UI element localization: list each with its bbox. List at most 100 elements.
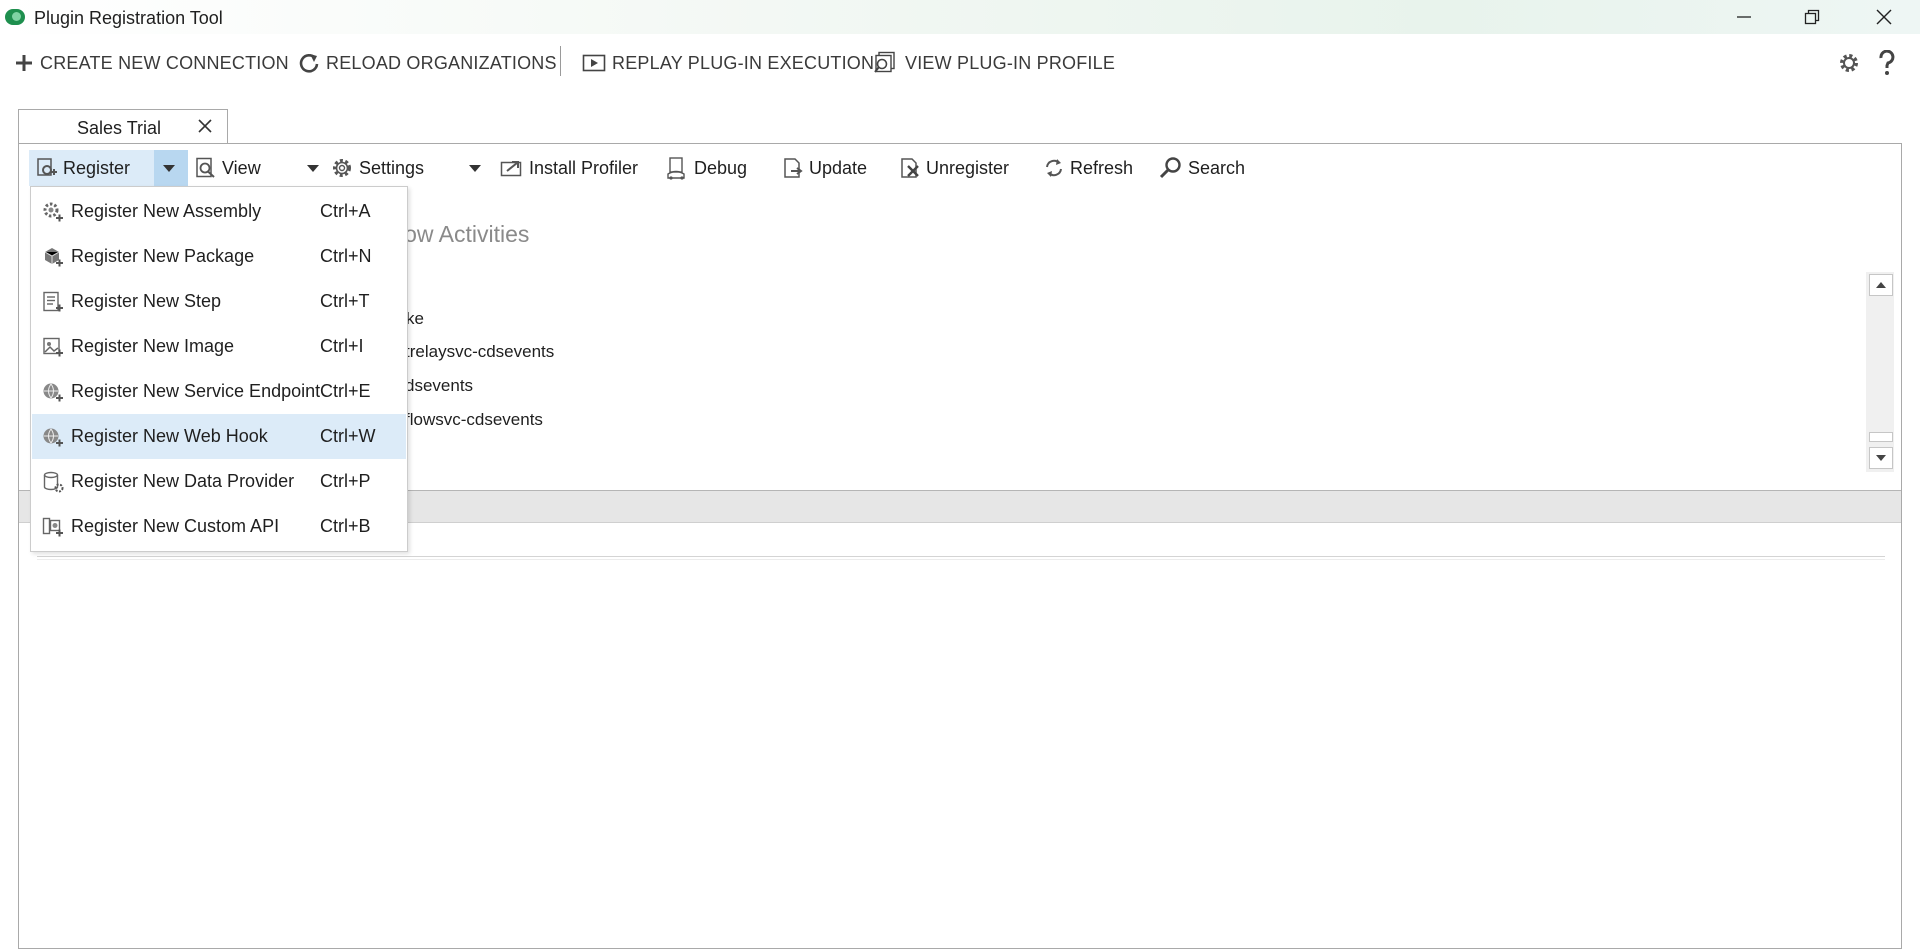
help-icon: [1879, 50, 1895, 75]
restore-icon: [1804, 9, 1820, 25]
close-icon: [1876, 9, 1892, 25]
assembly-icon: [43, 202, 63, 222]
refresh-icon: [1046, 159, 1062, 177]
window-title: Plugin Registration Tool: [34, 8, 223, 28]
scroll-thumb[interactable]: [1869, 432, 1893, 442]
help-button[interactable]: [1877, 44, 1903, 82]
debug-label: Debug: [694, 157, 748, 178]
unregister-button[interactable]: Unregister: [899, 150, 1009, 186]
menu-item-shortcut: Ctrl+E: [320, 381, 371, 401]
image-icon: [43, 337, 63, 357]
create-new-connection-label: CREATE NEW CONNECTION: [40, 52, 289, 73]
menu-item-register-package[interactable]: Register New Package Ctrl+N: [32, 234, 406, 279]
register-dropdown-toggle[interactable]: [154, 150, 188, 186]
debug-icon: [667, 157, 685, 180]
menu-item-label: Register New Web Hook: [71, 426, 268, 446]
data-provider-icon: [43, 471, 64, 493]
tree-item[interactable]: trelaysvc-cdsevents: [405, 342, 554, 362]
settings-button[interactable]: [1836, 44, 1868, 82]
unregister-label: Unregister: [926, 157, 1010, 178]
menu-item-shortcut: Ctrl+P: [320, 471, 371, 491]
step-icon: [43, 291, 63, 312]
scroll-down-button[interactable]: [1869, 447, 1893, 469]
register-icon: [37, 158, 57, 176]
refresh-button[interactable]: Refresh: [1043, 150, 1133, 186]
settings-ribbon-button[interactable]: Settings: [330, 150, 424, 186]
tree-item[interactable]: flowsvc-cdsevents: [405, 410, 543, 430]
menu-item-label: Register New Package: [71, 246, 255, 266]
view-plugin-profile-label: VIEW PLUG-IN PROFILE: [905, 52, 1116, 73]
search-icon: [1159, 157, 1181, 179]
menu-item-register-image[interactable]: Register New Image Ctrl+I: [32, 324, 406, 369]
register-button[interactable]: Register: [29, 150, 154, 186]
package-icon: [44, 248, 63, 267]
tab-label: Sales Trial: [77, 118, 162, 138]
create-new-connection-button[interactable]: CREATE NEW CONNECTION: [14, 44, 289, 82]
settings-dropdown-toggle[interactable]: [466, 150, 488, 186]
scroll-up-button[interactable]: [1869, 274, 1893, 296]
reload-icon: [299, 54, 319, 73]
menu-item-label: Register New Service Endpoint: [71, 381, 321, 401]
plus-icon: [16, 55, 32, 71]
restore-button[interactable]: [1778, 0, 1846, 34]
debug-button[interactable]: Debug: [665, 150, 747, 186]
view-profile-icon: [874, 51, 895, 73]
menu-item-shortcut: Ctrl+T: [320, 291, 370, 311]
menu-item-shortcut: Ctrl+I: [320, 336, 364, 356]
chevron-down-icon: [306, 165, 319, 172]
minimize-button[interactable]: [1710, 0, 1778, 34]
tree-scrollbar[interactable]: [1866, 272, 1894, 472]
menu-item-register-service-endpoint[interactable]: Register New Service Endpoint Ctrl+E: [32, 369, 406, 414]
chevron-down-icon: [1876, 455, 1886, 461]
menu-item-register-custom-api[interactable]: Register New Custom API Ctrl+B: [32, 504, 406, 549]
close-tab-button[interactable]: [197, 118, 213, 139]
close-window-button[interactable]: [1850, 0, 1918, 34]
details-grid-header: [37, 556, 1885, 560]
app-logo-icon: [5, 9, 25, 25]
replay-icon: [582, 54, 606, 72]
tree-item[interactable]: ke: [406, 309, 424, 329]
menu-item-label: Register New Custom API: [71, 516, 280, 536]
install-profiler-icon: [500, 161, 522, 177]
update-icon: [784, 158, 803, 178]
install-profiler-button[interactable]: Install Profiler: [500, 150, 638, 186]
replay-plugin-execution-label: REPLAY PLUG-IN EXECUTION: [612, 52, 875, 73]
update-button[interactable]: Update: [782, 150, 867, 186]
unregister-icon: [901, 158, 919, 178]
replay-plugin-execution-button[interactable]: REPLAY PLUG-IN EXECUTION: [582, 44, 874, 82]
menu-item-shortcut: Ctrl+N: [320, 246, 372, 266]
menu-item-register-assembly[interactable]: Register New Assembly Ctrl+A: [32, 189, 406, 234]
view-plugin-profile-button[interactable]: VIEW PLUG-IN PROFILE: [873, 44, 1115, 82]
menu-item-register-step[interactable]: Register New Step Ctrl+T: [32, 279, 406, 324]
view-label: View: [222, 157, 261, 178]
chevron-up-icon: [1876, 282, 1886, 288]
menu-item-label: Register New Assembly: [71, 201, 262, 221]
service-endpoint-icon: [43, 383, 63, 402]
search-button[interactable]: Search: [1159, 150, 1245, 186]
register-dropdown-menu: Register New Assembly Ctrl+A Register Ne…: [30, 186, 408, 552]
menu-item-register-web-hook[interactable]: Register New Web Hook Ctrl+W: [32, 414, 406, 459]
menu-item-shortcut: Ctrl+B: [320, 516, 371, 536]
chevron-down-icon: [468, 165, 481, 172]
view-icon: [196, 157, 215, 178]
menu-item-label: Register New Step: [71, 291, 222, 311]
gear-icon: [1840, 54, 1858, 72]
search-label: Search: [1188, 157, 1246, 178]
menu-item-shortcut: Ctrl+A: [320, 201, 371, 221]
tree-section-header: low Activities: [399, 221, 530, 247]
tab-sales-trial[interactable]: Sales Trial: [18, 109, 228, 144]
gear-icon: [333, 159, 351, 177]
main-toolbar: CREATE NEW CONNECTION RELOAD ORGANIZATIO…: [0, 44, 1920, 82]
tree-item[interactable]: dsevents: [405, 376, 473, 396]
view-dropdown-toggle[interactable]: [304, 150, 326, 186]
minimize-icon: [1737, 16, 1751, 18]
menu-item-register-data-provider[interactable]: Register New Data Provider Ctrl+P: [32, 459, 406, 504]
view-button[interactable]: View: [195, 150, 261, 186]
web-hook-icon: [43, 428, 63, 447]
menu-item-label: Register New Data Provider: [71, 471, 295, 491]
chevron-down-icon: [162, 165, 175, 172]
reload-organizations-label: RELOAD ORGANIZATIONS: [326, 52, 557, 73]
menu-item-shortcut: Ctrl+W: [320, 426, 376, 446]
install-profiler-label: Install Profiler: [529, 157, 639, 178]
reload-organizations-button[interactable]: RELOAD ORGANIZATIONS: [298, 44, 557, 82]
